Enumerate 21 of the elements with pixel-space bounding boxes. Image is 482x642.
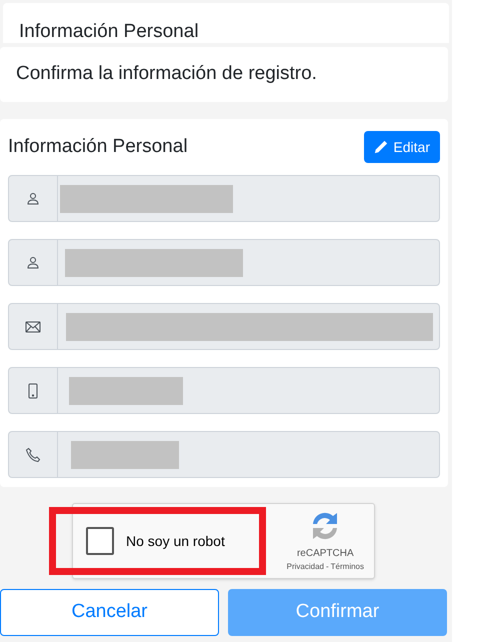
person-icon <box>25 254 41 270</box>
checkbox[interactable] <box>86 527 114 555</box>
recaptcha-brand: reCAPTCHA <box>296 546 354 560</box>
pencil-icon <box>374 140 388 154</box>
person-icon <box>25 190 41 206</box>
edit-button[interactable]: Editar <box>364 131 440 163</box>
envelope-icon <box>25 318 41 334</box>
separator: - <box>326 560 329 572</box>
cancel-button[interactable]: Cancelar <box>0 589 219 636</box>
notice-text: Confirma la información de registro. <box>16 62 317 86</box>
section-title: Información Personal <box>8 134 188 159</box>
input-field[interactable] <box>8 303 440 350</box>
card-title: Información Personal <box>19 21 199 42</box>
input-field[interactable] <box>8 239 440 286</box>
privacy-link[interactable]: Privacidad <box>286 560 324 572</box>
phone-icon <box>25 446 41 462</box>
input-field[interactable] <box>8 175 440 222</box>
input-field[interactable] <box>8 431 440 478</box>
terms-link[interactable]: Términos <box>330 560 364 572</box>
input-field[interactable] <box>8 367 440 414</box>
captcha-label: No soy un robot <box>126 532 225 551</box>
